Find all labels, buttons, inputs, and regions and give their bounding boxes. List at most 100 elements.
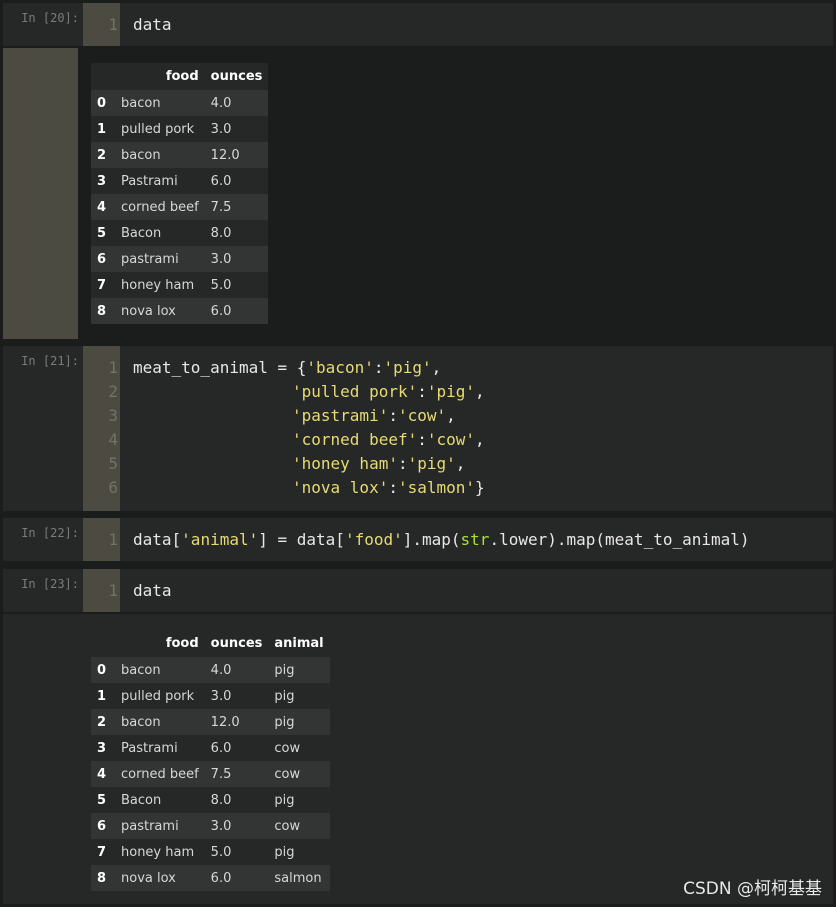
- table-row: 3 Pastrami 6.0 cow: [91, 735, 330, 761]
- cell-ounces: 3.0: [210, 818, 232, 834]
- row-index: 0: [97, 662, 107, 678]
- table-row: 4 corned beef 7.5 cow: [91, 761, 330, 787]
- output-collapse-bar[interactable]: [3, 48, 78, 339]
- cell-food: pastrami: [121, 251, 179, 267]
- cell-ounces: 12.0: [210, 714, 240, 730]
- row-index: 2: [97, 714, 107, 730]
- index-header: [91, 63, 115, 90]
- cell-ounces: 6.0: [210, 870, 232, 886]
- code-line[interactable]: meat_to_animal = {'bacon':'pig',: [133, 358, 441, 377]
- cell-animal: salmon: [274, 870, 322, 886]
- cell-ounces: 7.5: [210, 199, 232, 215]
- cell-ounces: 7.5: [210, 766, 232, 782]
- column-header-food: food: [165, 636, 199, 651]
- cell-food: bacon: [121, 714, 161, 730]
- cell-ounces: 6.0: [210, 740, 232, 756]
- cell-animal: cow: [274, 818, 301, 834]
- watermark: CSDN @柯柯基基: [683, 879, 822, 899]
- line-number: 1: [108, 581, 118, 600]
- cell-food: corned beef: [121, 766, 199, 782]
- line-number-gutter: 1: [83, 3, 120, 46]
- cell-animal: pig: [274, 688, 295, 704]
- table-row: 4 corned beef 7.5: [91, 194, 269, 220]
- column-header-ounces: ounces: [210, 636, 263, 651]
- cell-ounces: 5.0: [210, 277, 232, 293]
- code-cell-20[interactable]: In [20]: 1 data: [3, 3, 833, 46]
- cell-food: Bacon: [121, 792, 162, 808]
- table-row: 6 pastrami 3.0: [91, 246, 269, 272]
- cell-food: honey ham: [121, 277, 195, 293]
- table-row: 2 bacon 12.0: [91, 142, 269, 168]
- table-row: 1 pulled pork 3.0 pig: [91, 683, 330, 709]
- cell-ounces: 5.0: [210, 844, 232, 860]
- dataframe-output-20: food ounces 0 bacon 4.0 1 pulled pork 3.0 2 bac…: [91, 63, 269, 324]
- row-index: 4: [97, 199, 107, 215]
- cell-ounces: 8.0: [210, 792, 232, 808]
- code-cell-21[interactable]: In [21]: 1 2 3 4 5 6 meat_to_animal = {'…: [3, 346, 833, 511]
- code-line[interactable]: data['animal'] = data['food'].map(str.lo…: [133, 530, 750, 549]
- row-index: 8: [97, 303, 107, 319]
- row-index: 2: [97, 147, 107, 163]
- table-row: 8 nova lox 6.0: [91, 298, 269, 324]
- cell-animal: cow: [274, 740, 301, 756]
- cell-food: pulled pork: [121, 688, 195, 704]
- cell-prompt: In [21]:: [21, 354, 79, 368]
- code-line[interactable]: data: [133, 581, 172, 600]
- row-index: 8: [97, 870, 107, 886]
- cell-food: pulled pork: [121, 121, 195, 137]
- line-number: 4: [108, 430, 118, 449]
- index-header: [91, 630, 115, 657]
- line-number: 1: [108, 358, 118, 377]
- row-index: 3: [97, 173, 107, 189]
- cell-food: nova lox: [121, 870, 176, 886]
- row-index: 6: [97, 251, 107, 267]
- row-index: 7: [97, 277, 107, 293]
- column-header-food: food: [165, 69, 199, 84]
- table-row: 2 bacon 12.0 pig: [91, 709, 330, 735]
- cell-food: corned beef: [121, 199, 199, 215]
- cell-prompt: In [23]:: [21, 577, 79, 591]
- code-line[interactable]: 'corned beef':'cow',: [292, 430, 485, 449]
- table-row: 0 bacon 4.0 pig: [91, 657, 330, 683]
- line-number: 1: [108, 530, 118, 549]
- line-number: 1: [108, 15, 118, 34]
- row-index: 5: [97, 225, 107, 241]
- cell-ounces: 8.0: [210, 225, 232, 241]
- cell-ounces: 3.0: [210, 688, 232, 704]
- code-line[interactable]: 'pulled pork':'pig',: [292, 382, 485, 401]
- code-cell-23[interactable]: In [23]: 1 data: [3, 569, 833, 612]
- cell-food: bacon: [121, 662, 161, 678]
- table-row: 6 pastrami 3.0 cow: [91, 813, 330, 839]
- row-index: 5: [97, 792, 107, 808]
- table-row: 5 Bacon 8.0: [91, 220, 269, 246]
- table-row: 5 Bacon 8.0 pig: [91, 787, 330, 813]
- table-row: 3 Pastrami 6.0: [91, 168, 269, 194]
- column-header-animal: animal: [274, 636, 324, 651]
- cell-food: pastrami: [121, 818, 179, 834]
- cell-ounces: 6.0: [210, 303, 232, 319]
- cell-food: bacon: [121, 147, 161, 163]
- table-row: 8 nova lox 6.0 salmon: [91, 865, 330, 891]
- cell-ounces: 6.0: [210, 173, 232, 189]
- code-line[interactable]: 'honey ham':'pig',: [292, 454, 465, 473]
- cell-animal: pig: [274, 714, 295, 730]
- code-line[interactable]: 'pastrami':'cow',: [292, 406, 456, 425]
- cell-ounces: 4.0: [210, 95, 232, 111]
- cell-prompt: In [22]:: [21, 526, 79, 540]
- row-index: 4: [97, 766, 107, 782]
- cell-ounces: 4.0: [210, 662, 232, 678]
- code-line[interactable]: 'nova lox':'salmon'}: [292, 478, 485, 497]
- cell-animal: cow: [274, 766, 301, 782]
- row-index: 7: [97, 844, 107, 860]
- cell-food: bacon: [121, 95, 161, 111]
- cell-food: Pastrami: [121, 740, 178, 756]
- cell-animal: pig: [274, 662, 295, 678]
- cell-food: nova lox: [121, 303, 176, 319]
- table-row: 7 honey ham 5.0: [91, 272, 269, 298]
- code-line[interactable]: data: [133, 15, 172, 34]
- line-number: 5: [108, 454, 118, 473]
- code-cell-22[interactable]: In [22]: 1 data['animal'] = data['food']…: [3, 518, 833, 561]
- dataframe-output-23: food ounces animal 0 bacon 4.0 pig 1 pulled p…: [91, 630, 330, 891]
- line-number-gutter: 1: [83, 569, 120, 612]
- row-index: 1: [97, 121, 107, 137]
